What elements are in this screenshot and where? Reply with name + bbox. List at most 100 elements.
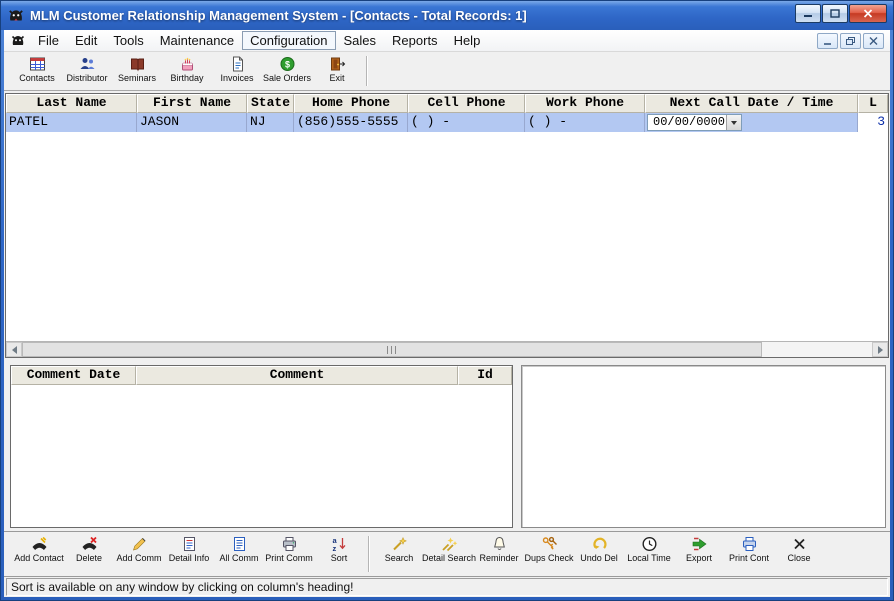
toolbar-label: Invoices [220,73,253,83]
add-contact-button[interactable]: Add Contact [14,532,64,576]
mdi-restore-button[interactable] [840,33,861,49]
print-contacts-printer-icon [741,536,758,552]
detail-info-button[interactable]: Detail Info [164,532,214,576]
scroll-right-button[interactable] [872,342,888,357]
toolbar-label: Delete [76,553,102,563]
add-comment-button[interactable]: Add Comm [114,532,164,576]
add-comment-pencil-icon [131,536,148,552]
maximize-button[interactable] [822,4,848,23]
contacts-grid-icon [29,56,46,72]
cell-work-phone[interactable]: ( ) - [525,113,645,132]
menu-file[interactable]: File [30,31,67,50]
all-comments-button[interactable]: All Comm [214,532,264,576]
undo-delete-button[interactable]: Undo Del [574,532,624,576]
search-button[interactable]: Search [374,532,424,576]
sort-button[interactable]: az Sort [314,532,364,576]
birthday-cake-icon [179,56,196,72]
close-button[interactable] [849,4,887,23]
export-button[interactable]: Export [674,532,724,576]
close-window-button[interactable]: Close [774,532,824,576]
cell-cell-phone[interactable]: ( ) - [408,113,525,132]
client-area: File Edit Tools Maintenance Configuratio… [4,30,890,597]
cell-last-name[interactable]: PATEL [6,113,137,132]
cell-first-name[interactable]: JASON [137,113,247,132]
invoices-button[interactable]: Invoices [212,52,262,90]
mdi-close-button[interactable] [863,33,884,49]
arrow-right-icon [878,346,883,354]
mdi-minimize-button[interactable] [817,33,838,49]
menu-sales[interactable]: Sales [336,31,385,50]
scroll-left-button[interactable] [6,342,22,357]
menu-edit[interactable]: Edit [67,31,105,50]
cell-truncated-value[interactable]: 3 [858,113,888,132]
column-header-truncated[interactable]: L [858,94,888,113]
reminder-button[interactable]: Reminder [474,532,524,576]
column-header-first-name[interactable]: First Name [137,94,247,113]
menu-maintenance[interactable]: Maintenance [152,31,242,50]
toolbar-label: Export [686,553,712,563]
table-row[interactable]: PATEL JASON NJ (856)555-5555 ( ) - ( ) -… [6,113,888,132]
next-call-date-combobox[interactable]: 00/00/0000 [647,114,742,131]
status-bar: Sort is available on any window by click… [4,576,890,597]
delete-button[interactable]: Delete [64,532,114,576]
menu-tools[interactable]: Tools [105,31,151,50]
print-contacts-button[interactable]: Print Cont [724,532,774,576]
sale-orders-globe-icon: $ [279,56,296,72]
seminars-book-icon [129,56,146,72]
detail-search-wands-icon [441,536,458,552]
window-title: MLM Customer Relationship Management Sys… [30,8,527,23]
arrow-left-icon [12,346,17,354]
scrollbar-grip-icon [387,346,398,354]
status-panel: Sort is available on any window by click… [6,578,888,596]
caption-buttons [795,4,887,23]
detail-search-button[interactable]: Detail Search [424,532,474,576]
comments-grid-body[interactable] [11,385,512,527]
app-icon [7,7,25,25]
column-header-work-phone[interactable]: Work Phone [525,94,645,113]
undo-delete-arrow-icon [591,536,608,552]
scrollbar-thumb[interactable] [22,342,762,357]
toolbar-separator [366,56,368,86]
column-header-cell-phone[interactable]: Cell Phone [408,94,525,113]
dups-check-button[interactable]: Dups Check [524,532,574,576]
toolbar-label: Undo Del [580,553,618,563]
sort-az-icon: az [331,536,348,552]
toolbar-label: Reminder [479,553,518,563]
seminars-button[interactable]: Seminars [112,52,162,90]
distributor-button[interactable]: Distributor [62,52,112,90]
menu-reports[interactable]: Reports [384,31,446,50]
sale-orders-button[interactable]: $ Sale Orders [262,52,312,90]
contacts-grid-body[interactable]: PATEL JASON NJ (856)555-5555 ( ) - ( ) -… [6,113,888,341]
contacts-grid: Last Name First Name State Home Phone Ce… [5,93,889,358]
cell-next-call-date[interactable]: 00/00/0000 [645,113,858,132]
column-header-home-phone[interactable]: Home Phone [294,94,408,113]
scrollbar-track[interactable] [762,342,872,357]
column-header-next-call[interactable]: Next Call Date / Time [645,94,858,113]
minimize-button[interactable] [795,4,821,23]
combo-dropdown-button[interactable] [726,115,741,130]
cell-home-phone[interactable]: (856)555-5555 [294,113,408,132]
horizontal-scrollbar[interactable] [6,341,888,357]
title-bar[interactable]: MLM Customer Relationship Management Sys… [1,1,893,30]
column-header-comment-date[interactable]: Comment Date [11,366,136,385]
column-header-id[interactable]: Id [458,366,512,385]
toolbar-label: Add Comm [116,553,161,563]
toolbar-label: Exit [329,73,344,83]
menu-configuration[interactable]: Configuration [242,31,335,50]
cell-state[interactable]: NJ [247,113,294,132]
toolbar-label: All Comm [219,553,258,563]
local-time-clock-icon [641,536,658,552]
menu-help[interactable]: Help [446,31,489,50]
local-time-button[interactable]: Local Time [624,532,674,576]
print-comments-button[interactable]: Print Comm [264,532,314,576]
contacts-button[interactable]: Contacts [12,52,62,90]
menu-bar: File Edit Tools Maintenance Configuratio… [4,30,890,52]
mdi-child-icon[interactable] [10,33,26,49]
column-header-state[interactable]: State [247,94,294,113]
birthday-button[interactable]: Birthday [162,52,212,90]
comment-detail-panel[interactable] [521,365,886,528]
exit-button[interactable]: Exit [312,52,362,90]
add-contact-phone-icon [31,536,48,552]
column-header-comment[interactable]: Comment [136,366,458,385]
column-header-last-name[interactable]: Last Name [6,94,137,113]
